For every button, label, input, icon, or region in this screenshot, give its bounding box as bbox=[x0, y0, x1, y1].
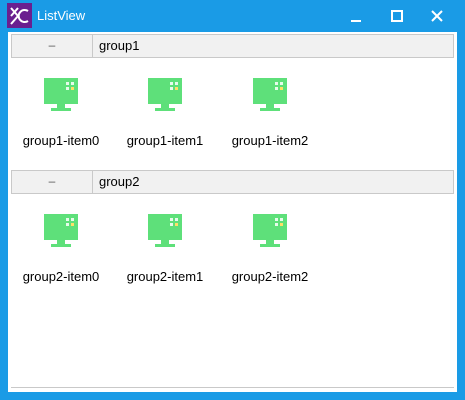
list-item[interactable]: group1-item2 bbox=[220, 77, 320, 167]
app-logo-icon bbox=[7, 3, 32, 28]
close-button[interactable] bbox=[417, 0, 457, 32]
group-title: group2 bbox=[99, 174, 140, 189]
list-item[interactable]: group2-item0 bbox=[11, 213, 111, 303]
list-item-label: group1-item1 bbox=[126, 133, 204, 148]
title-bar[interactable]: ListView bbox=[0, 0, 465, 32]
window-title: ListView bbox=[37, 8, 86, 23]
minimize-icon bbox=[351, 20, 361, 22]
list-item[interactable]: group1-item1 bbox=[115, 77, 215, 167]
list-item[interactable]: group1-item0 bbox=[11, 77, 111, 167]
list-item[interactable]: group2-item2 bbox=[220, 213, 320, 303]
group-title: group1 bbox=[99, 38, 140, 53]
monitor-icon bbox=[43, 77, 79, 113]
list-bottom-border bbox=[11, 387, 454, 388]
monitor-icon bbox=[147, 77, 183, 113]
monitor-icon bbox=[43, 213, 79, 249]
maximize-button[interactable] bbox=[377, 0, 417, 32]
monitor-icon bbox=[147, 213, 183, 249]
group-collapse-toggle[interactable]: – bbox=[12, 171, 93, 193]
monitor-icon bbox=[252, 77, 288, 113]
group-header[interactable]: – group2 bbox=[11, 170, 454, 194]
list-item-label: group1-item2 bbox=[231, 133, 309, 148]
list-item[interactable]: group2-item1 bbox=[115, 213, 215, 303]
minimize-button[interactable] bbox=[336, 0, 376, 32]
close-icon bbox=[431, 10, 443, 22]
monitor-icon bbox=[252, 213, 288, 249]
list-item-label: group2-item2 bbox=[231, 269, 309, 284]
list-item-label: group2-item1 bbox=[126, 269, 204, 284]
list-view[interactable]: – group1 group1-item0 group1-item1 group… bbox=[8, 32, 457, 392]
group-collapse-toggle[interactable]: – bbox=[12, 35, 93, 57]
list-item-label: group2-item0 bbox=[22, 269, 100, 284]
maximize-icon bbox=[391, 10, 403, 22]
group-header[interactable]: – group1 bbox=[11, 34, 454, 58]
list-item-label: group1-item0 bbox=[22, 133, 100, 148]
